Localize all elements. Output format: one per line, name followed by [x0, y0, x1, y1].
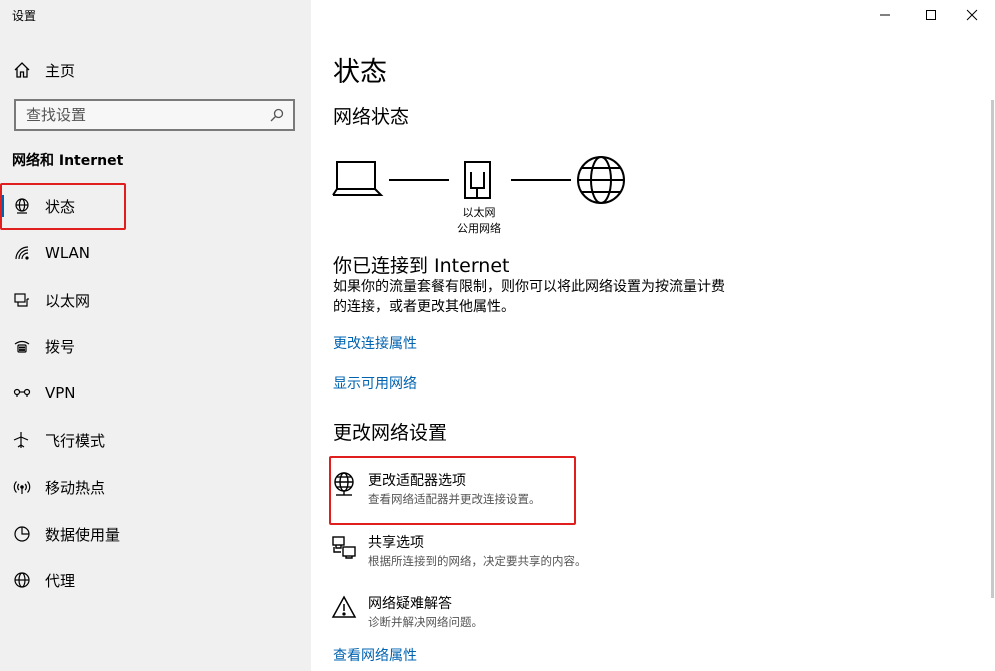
change-adapter-options[interactable]: 更改适配器选项 查看网络适配器并更改连接设置。	[331, 467, 631, 517]
change-network-settings-heading: 更改网络设置	[333, 422, 448, 444]
close-button[interactable]	[949, 0, 995, 30]
wifi-icon	[12, 243, 32, 263]
adapter-icon	[334, 472, 354, 496]
laptop-icon	[332, 161, 384, 196]
globe-icon	[12, 570, 32, 590]
sidebar-item-data-usage[interactable]: 数据使用量	[0, 513, 311, 555]
home-label: 主页	[45, 61, 76, 80]
close-icon	[966, 9, 978, 21]
sidebar-item-vpn[interactable]: VPN	[0, 372, 311, 414]
search-box[interactable]	[14, 99, 295, 131]
warning-icon	[331, 595, 357, 618]
sidebar-item-airplane[interactable]: 飞行模式	[0, 419, 311, 461]
connection-status-title: 你已连接到 Internet	[333, 255, 510, 277]
sidebar-item-label: 拨号	[45, 337, 76, 356]
home-icon	[12, 60, 32, 80]
option-title: 网络疑难解答	[368, 596, 452, 612]
ethernet-icon	[12, 290, 32, 310]
minimize-icon	[880, 14, 890, 16]
sidebar-item-label: 数据使用量	[45, 525, 121, 544]
sidebar-item-label: 飞行模式	[45, 431, 106, 450]
section-title: 网络和 Internet	[12, 153, 124, 169]
option-title: 共享选项	[368, 535, 424, 551]
network-troubleshooter[interactable]: 网络疑难解答 诊断并解决网络问题。	[331, 590, 631, 640]
sidebar-item-dialup[interactable]: 拨号	[0, 325, 311, 367]
airplane-icon	[12, 430, 32, 450]
sidebar-item-label: 以太网	[45, 291, 91, 310]
sidebar-item-ethernet[interactable]: 以太网	[0, 279, 311, 321]
sharing-options[interactable]: 共享选项 根据所连接到的网络，决定要共享的内容。	[331, 529, 631, 579]
maximize-icon	[926, 10, 936, 20]
network-status-heading: 网络状态	[333, 106, 410, 128]
change-connection-properties-link[interactable]: 更改连接属性	[333, 333, 417, 353]
option-desc: 诊断并解决网络问题。	[368, 615, 483, 629]
ethernet-caption: 以太网 公用网络	[439, 205, 519, 237]
connection-status-desc: 如果你的流量套餐有限制，则你可以将此网络设置为按流量计费的连接，或者更改其他属性…	[333, 279, 725, 315]
sidebar-item-label: 代理	[45, 571, 76, 590]
globe-icon	[12, 196, 32, 216]
sidebar-item-label: WLAN	[45, 244, 91, 262]
home-nav[interactable]: 主页	[12, 58, 75, 82]
hotspot-icon	[12, 477, 32, 497]
sharing-icon	[332, 536, 356, 559]
option-title: 更改适配器选项	[368, 473, 466, 489]
maximize-button[interactable]	[908, 0, 954, 30]
sidebar-item-label: 移动热点	[45, 478, 106, 497]
page-title: 状态	[333, 57, 387, 88]
ethernet-port-icon	[464, 161, 491, 199]
sidebar-item-proxy[interactable]: 代理	[0, 559, 311, 601]
app-title: 设置	[12, 9, 37, 23]
sidebar-item-status[interactable]: 状态	[0, 185, 311, 227]
dialup-icon	[12, 336, 32, 356]
sidebar-item-hotspot[interactable]: 移动热点	[0, 466, 311, 508]
view-network-properties-link[interactable]: 查看网络属性	[333, 645, 417, 665]
ethernet-label: 以太网	[462, 206, 496, 219]
option-desc: 根据所连接到的网络，决定要共享的内容。	[368, 554, 587, 568]
search-icon[interactable]	[269, 107, 285, 123]
vpn-icon	[12, 383, 32, 403]
data-usage-icon	[12, 524, 32, 544]
sidebar-item-label: 状态	[45, 197, 76, 216]
sidebar: 设置 主页 网络和 Internet 状态 WLAN 以太网	[0, 0, 311, 671]
globe-icon	[577, 156, 625, 204]
scrollbar[interactable]	[991, 100, 994, 598]
minimize-button[interactable]	[862, 0, 908, 30]
sidebar-item-label: VPN	[45, 384, 76, 402]
search-input[interactable]	[16, 106, 256, 124]
option-desc: 查看网络适配器并更改连接设置。	[368, 492, 541, 506]
network-type-label: 公用网络	[457, 222, 501, 235]
sidebar-item-wlan[interactable]: WLAN	[0, 232, 311, 274]
show-available-networks-link[interactable]: 显示可用网络	[333, 373, 417, 393]
main-content: 状态 网络状态 以太网 公用网络 你已连接到 Internet 如果你的流量套餐…	[311, 0, 995, 671]
